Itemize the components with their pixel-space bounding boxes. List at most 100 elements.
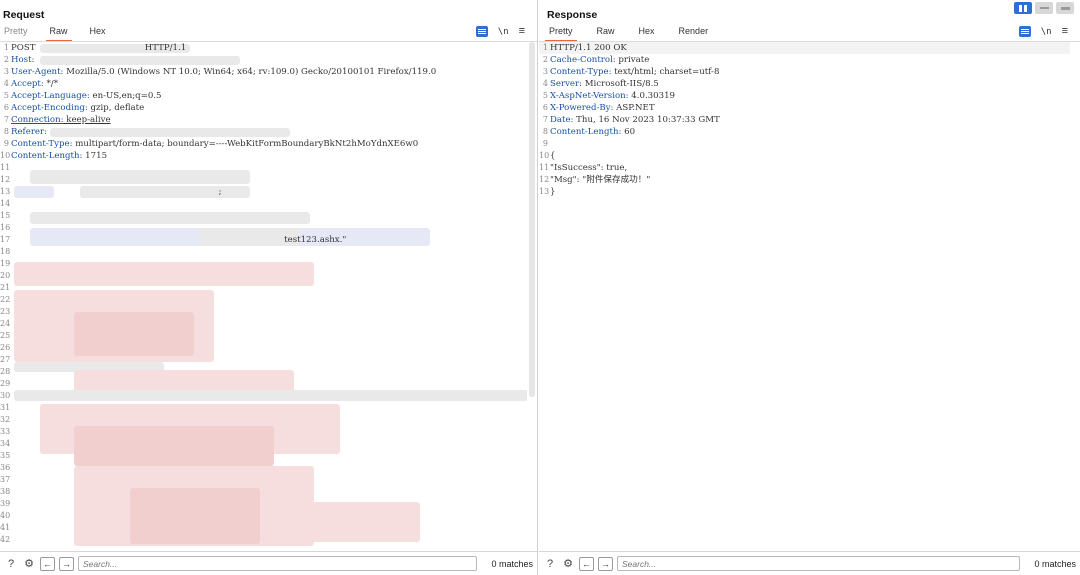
response-tab-pretty[interactable]: Pretty xyxy=(545,26,576,42)
header-value: 4.0.30319 xyxy=(628,91,676,101)
header-value: multipart/form-data; boundary=----WebKit… xyxy=(72,139,419,149)
menu-icon[interactable]: ≡ xyxy=(519,26,525,37)
pretty-print-icon[interactable] xyxy=(475,26,488,37)
line-number: 11 xyxy=(539,163,550,172)
line-number: 1 xyxy=(542,43,548,52)
response-tab-raw[interactable]: Raw xyxy=(597,26,615,40)
request-search-input[interactable] xyxy=(78,556,477,571)
line-number: 9 xyxy=(3,139,9,148)
request-tab-hex[interactable]: Hex xyxy=(90,26,106,40)
next-match-button[interactable]: → xyxy=(59,556,74,571)
code-line: 5 X-AspNet-Version: 4.0.30319 xyxy=(539,90,1070,102)
header-value: test123.ashx." xyxy=(11,235,347,245)
code-line: 5 Accept-Language: en-US,en;q=0.5 xyxy=(0,90,527,102)
request-editor[interactable]: 1 POST HTTP/1.1 2 Host: 3 User-Agent: Mozilla… xyxy=(0,42,527,551)
newline-toggle-button[interactable]: \n xyxy=(498,27,509,37)
line-number: 27 xyxy=(0,355,11,364)
line-number: 34 xyxy=(0,439,11,448)
line-number: 15 xyxy=(0,211,11,220)
line-content: X-AspNet-Version: 4.0.30319 xyxy=(550,90,675,102)
line-number: 4 xyxy=(3,79,9,88)
line-content: Host: xyxy=(11,54,34,66)
line-number: 4 xyxy=(542,79,548,88)
response-tab-render[interactable]: Render xyxy=(679,26,709,40)
previous-match-button[interactable]: ← xyxy=(40,556,55,571)
line-number: 39 xyxy=(0,499,11,508)
line-number: 7 xyxy=(3,115,9,124)
code-line: 37 xyxy=(0,474,527,486)
header-key: Accept-Encoding: xyxy=(11,103,88,113)
line-content: X-Powered-By: ASP.NET xyxy=(550,102,655,114)
split-vertical-icon[interactable] xyxy=(1035,2,1053,14)
help-icon[interactable]: ? xyxy=(543,557,557,571)
line-content: "Msg": "附件保存成功！" xyxy=(550,174,650,186)
header-key: X-Powered-By: xyxy=(550,103,614,113)
response-tools: \n ≡ xyxy=(1018,26,1068,37)
header-key: Content-Type: xyxy=(550,67,612,77)
header-value: POST HTTP/1.1 xyxy=(11,43,187,53)
code-line: 15 xyxy=(0,210,527,222)
line-number: 13 xyxy=(539,187,550,196)
response-search-input[interactable] xyxy=(617,556,1020,571)
line-number: 18 xyxy=(0,247,11,256)
line-number: 16 xyxy=(0,223,11,232)
code-line: 28 xyxy=(0,366,527,378)
line-number: 33 xyxy=(0,427,11,436)
code-line: 22 xyxy=(0,294,527,306)
response-editor[interactable]: 1 HTTP/1.1 200 OK 2 Cache-Control: private 3… xyxy=(539,42,1070,551)
line-number: 9 xyxy=(542,139,548,148)
line-content: } xyxy=(550,186,555,198)
code-line: 14 xyxy=(0,198,527,210)
line-number: 8 xyxy=(542,127,548,136)
line-number: 17 xyxy=(0,235,11,244)
line-number: 1 xyxy=(3,43,9,52)
header-value: Thu, 16 Nov 2023 10:37:33 GMT xyxy=(573,115,720,125)
tabs-icon[interactable] xyxy=(1056,2,1074,14)
line-number: 40 xyxy=(0,511,11,520)
menu-icon[interactable]: ≡ xyxy=(1062,26,1068,37)
header-value: "IsSuccess": true, xyxy=(550,163,628,173)
code-line: 4 Server: Microsoft-IIS/8.5 xyxy=(539,78,1070,90)
code-line: 23 xyxy=(0,306,527,318)
code-line: 10 Content-Length: 1715 xyxy=(0,150,527,162)
code-line: 13 ; xyxy=(0,186,527,198)
response-title: Response xyxy=(547,9,598,21)
settings-icon[interactable]: ⚙ xyxy=(22,557,36,571)
request-tab-raw[interactable]: Raw xyxy=(45,26,72,42)
line-number: 5 xyxy=(3,91,9,100)
code-line: 31 xyxy=(0,402,527,414)
code-line: 2 Host: xyxy=(0,54,527,66)
line-content: Accept: */* xyxy=(11,78,58,90)
code-line: 26 xyxy=(0,342,527,354)
code-line: 11 "IsSuccess": true, xyxy=(539,162,1070,174)
code-line: 29 xyxy=(0,378,527,390)
line-number: 2 xyxy=(542,55,548,64)
next-match-button[interactable]: → xyxy=(598,556,613,571)
line-number: 22 xyxy=(0,295,11,304)
line-number: 10 xyxy=(0,151,11,160)
request-tabs: Pretty Raw Hex xyxy=(4,26,106,42)
pretty-print-icon[interactable] xyxy=(1018,26,1031,37)
request-tools: \n ≡ xyxy=(475,26,525,37)
request-tab-pretty[interactable]: Pretty xyxy=(4,26,28,40)
request-scrollbar[interactable] xyxy=(529,42,535,397)
header-key: Date: xyxy=(550,115,574,125)
header-value: Microsoft-IIS/8.5 xyxy=(582,79,659,89)
line-number: 38 xyxy=(0,487,11,496)
line-number: 11 xyxy=(0,163,11,172)
header-key: Cache-Control: xyxy=(550,55,616,65)
line-number: 26 xyxy=(0,343,11,352)
code-line: 19 xyxy=(0,258,527,270)
split-horizontal-icon[interactable] xyxy=(1014,2,1032,14)
request-lines: 1 POST HTTP/1.1 2 Host: 3 User-Agent: Mozilla… xyxy=(0,42,527,546)
code-line: 13} xyxy=(539,186,1070,198)
newline-toggle-button[interactable]: \n xyxy=(1041,27,1052,37)
line-content: test123.ashx." xyxy=(11,234,346,246)
code-line: 25 xyxy=(0,330,527,342)
header-value: { xyxy=(550,151,556,161)
line-number: 12 xyxy=(539,175,550,184)
help-icon[interactable]: ? xyxy=(4,557,18,571)
settings-icon[interactable]: ⚙ xyxy=(561,557,575,571)
response-tab-hex[interactable]: Hex xyxy=(639,26,655,40)
previous-match-button[interactable]: ← xyxy=(579,556,594,571)
